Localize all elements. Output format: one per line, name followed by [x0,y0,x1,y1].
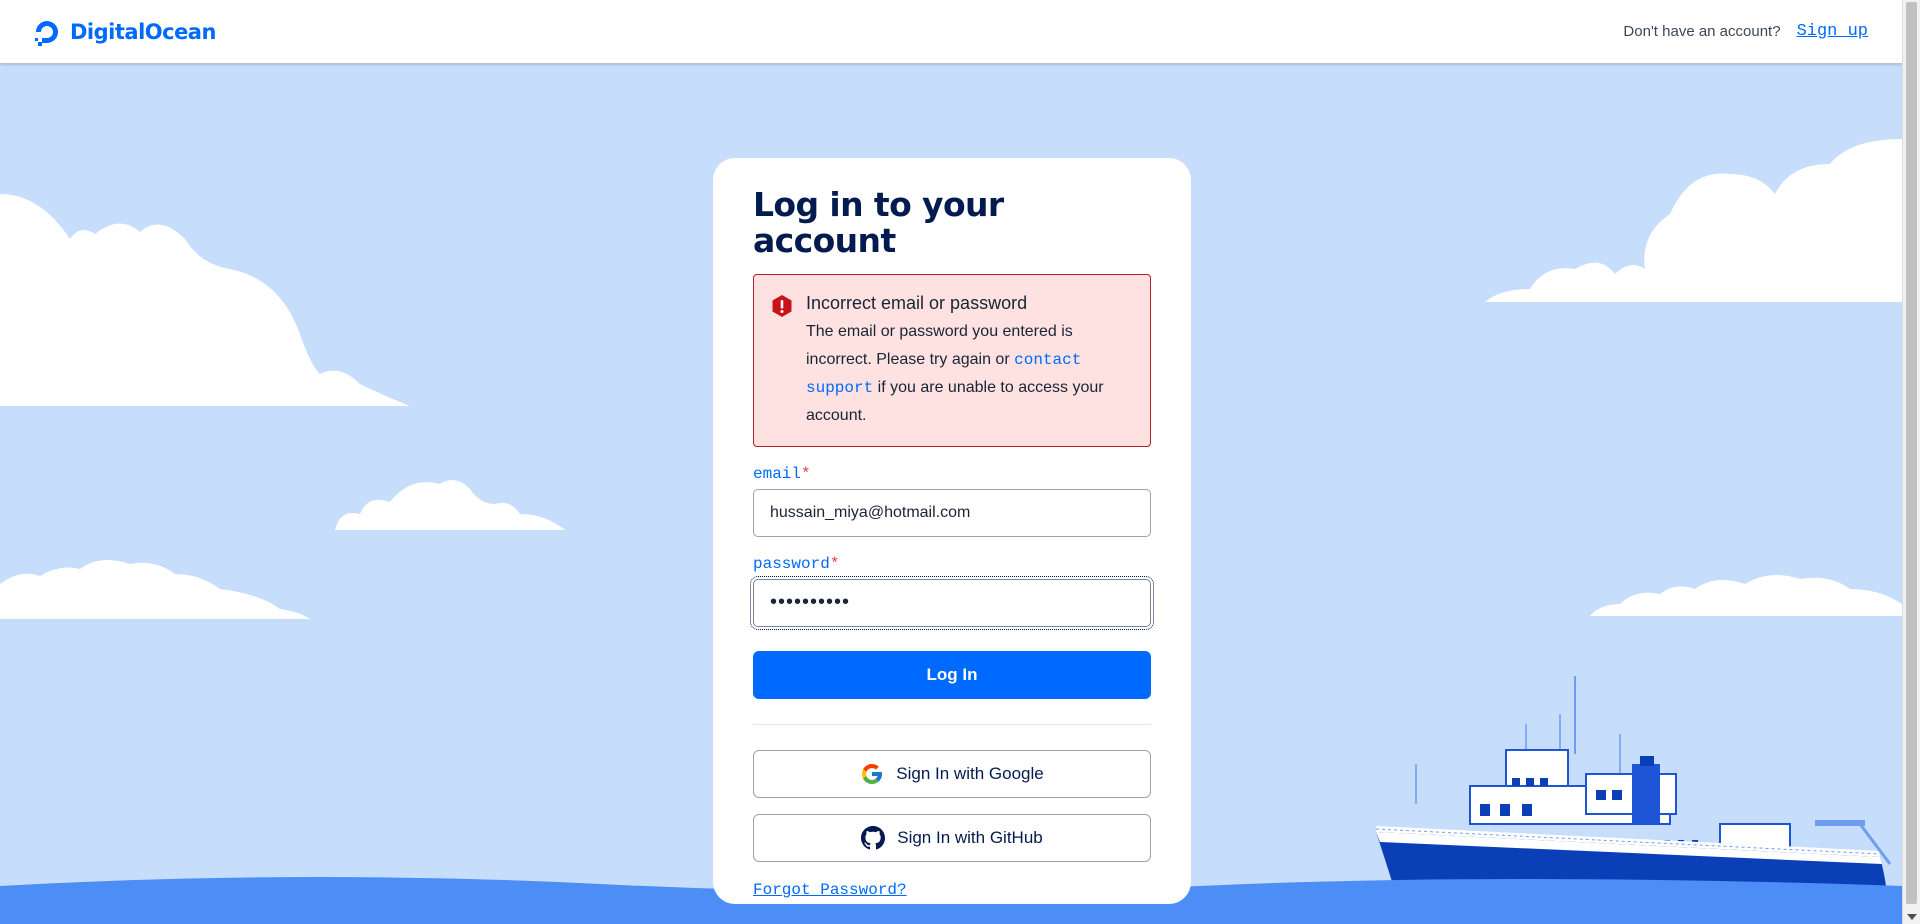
login-button[interactable]: Log In [753,650,1151,699]
signup-link[interactable]: Sign up [1797,22,1868,41]
top-header: DigitalOcean Don't have an account? Sign… [0,0,1902,64]
google-icon [862,763,883,784]
header-signup-area: Don't have an account? Sign up [1623,22,1868,41]
cloud-left-small [335,480,565,530]
scroll-down-arrow-icon[interactable] [1907,914,1917,920]
cloud-left-bottom [0,560,310,619]
required-marker: * [801,464,811,483]
forgot-password-link[interactable]: Forgot Password? [753,881,907,899]
brand-logo[interactable]: DigitalOcean [32,17,216,47]
github-icon [861,825,886,850]
alert-title: Incorrect email or password [806,292,1028,313]
alert-body: Incorrect email or password The email or… [806,293,1134,446]
scrollbar-thumb[interactable] [1906,2,1917,904]
vertical-scrollbar[interactable] [1902,0,1920,924]
error-alert: Incorrect email or password The email or… [753,273,1151,447]
brand-name: DigitalOcean [70,19,216,44]
email-field[interactable]: hussain_miya@hotmail.com [753,488,1151,537]
error-icon [772,294,792,317]
google-button-label: Sign In with Google [896,763,1044,783]
no-account-text: Don't have an account? [1623,23,1781,40]
github-signin-button[interactable]: Sign In with GitHub [753,813,1151,862]
divider [753,723,1151,725]
password-value: •••••••••• [770,591,851,614]
cloud-right-large [1485,139,1902,302]
google-signin-button[interactable]: Sign In with Google [753,749,1151,798]
email-label: email* [753,465,1151,483]
digitalocean-logo-icon [35,20,58,46]
email-value: hussain_miya@hotmail.com [770,503,971,521]
email-label-text: email [753,464,802,483]
alert-message: The email or password you entered is inc… [806,318,1134,430]
password-label: password* [753,555,1151,573]
login-card: Log in to your account Incorrect email o… [713,158,1191,904]
password-label-text: password [753,554,830,573]
github-button-label: Sign In with GitHub [897,827,1043,847]
cloud-left-large [0,194,410,406]
password-field[interactable]: •••••••••• [750,575,1154,630]
page-title: Log in to your account [753,185,1004,261]
cloud-right-bottom [1590,575,1902,616]
required-marker: * [829,554,840,573]
